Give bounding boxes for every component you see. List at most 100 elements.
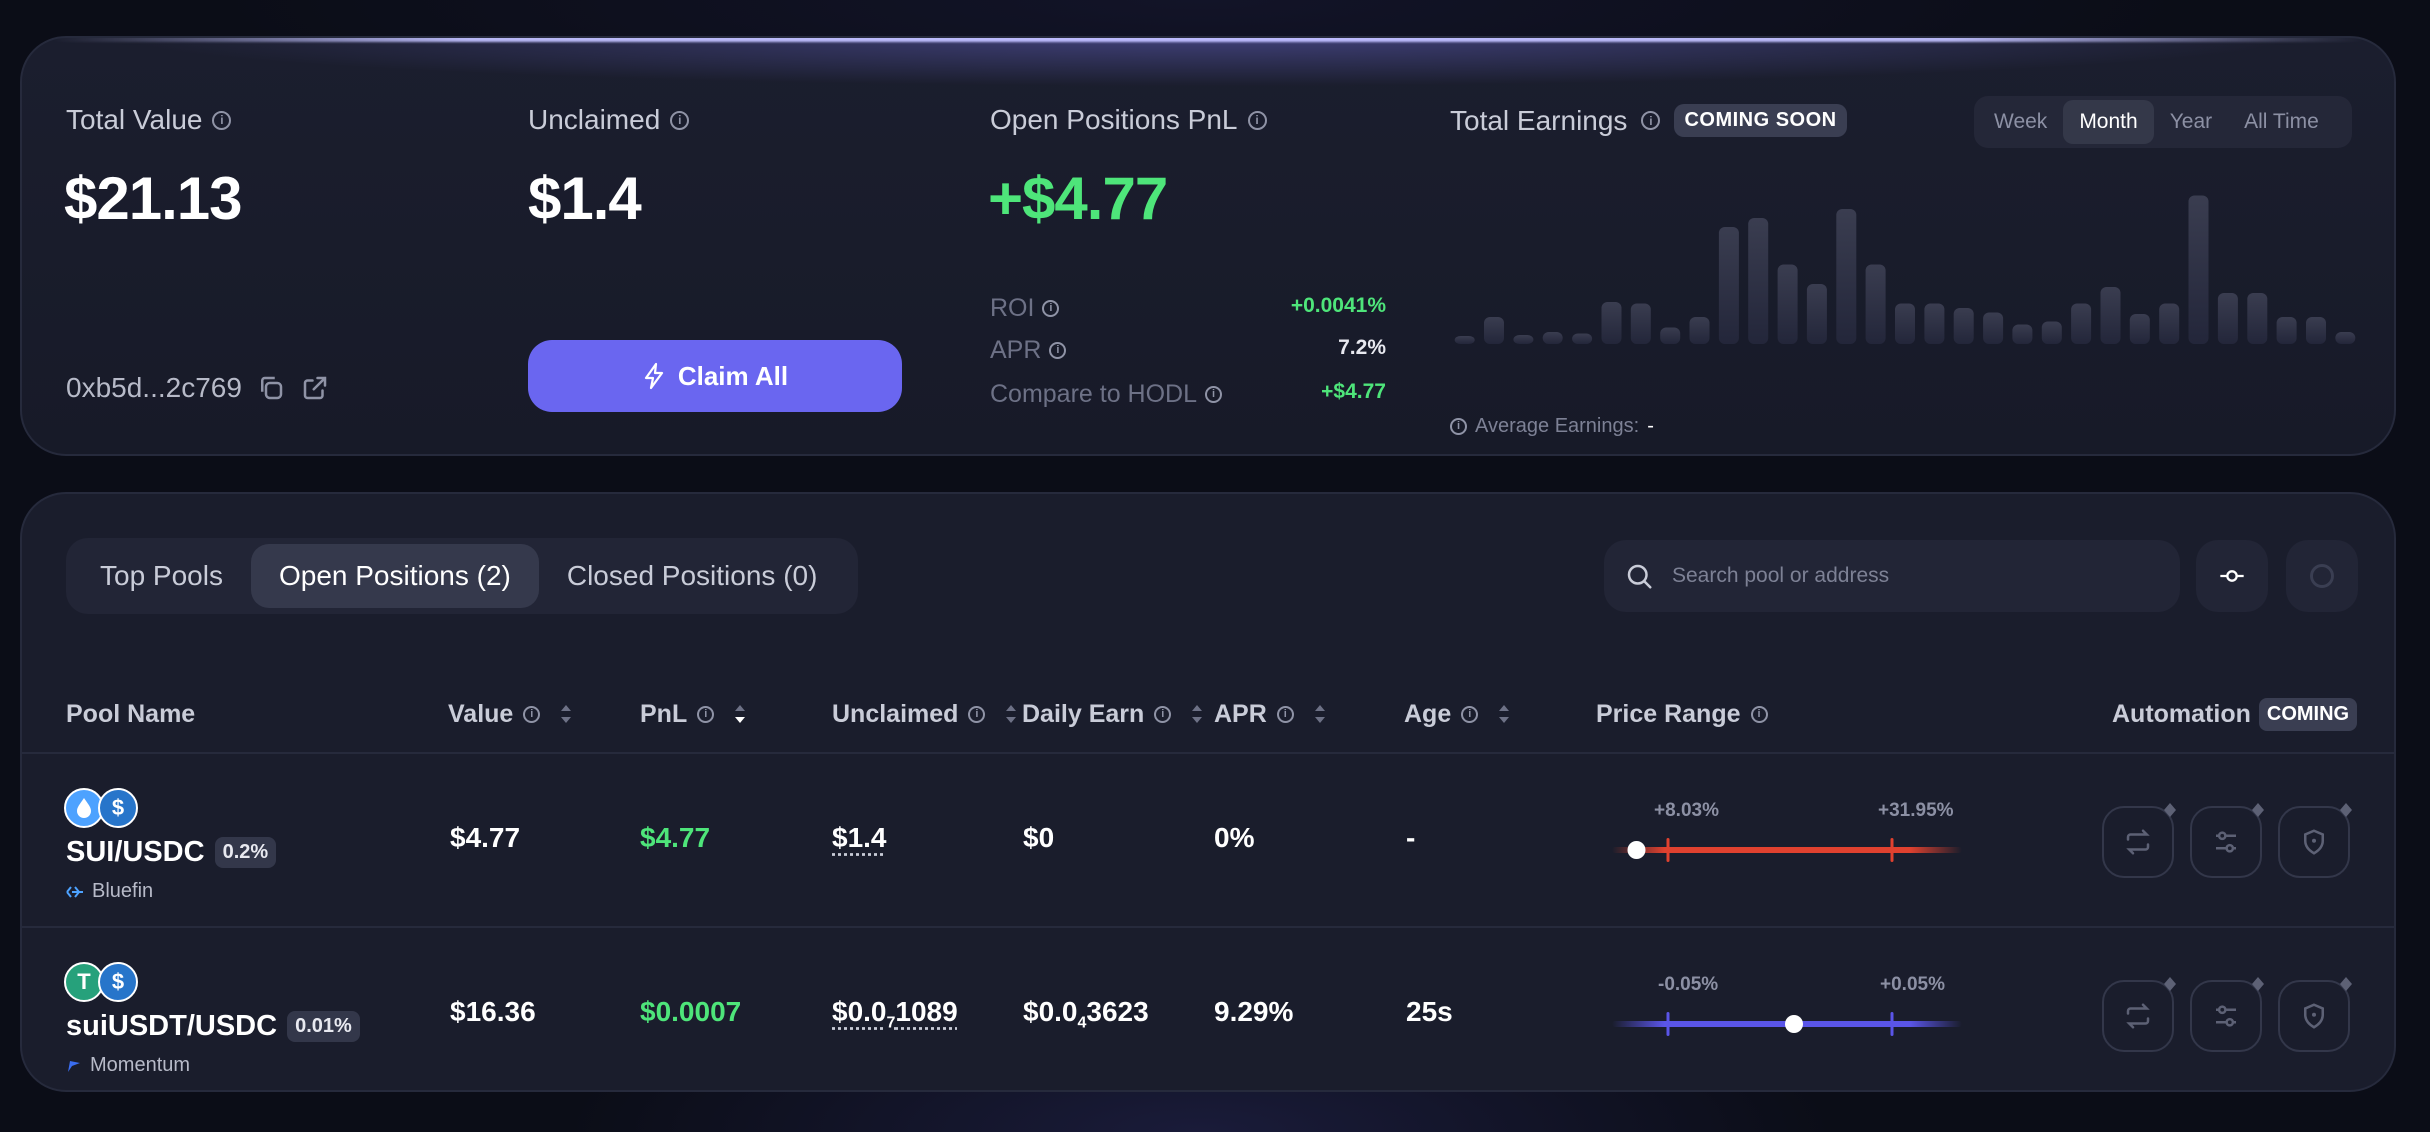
open-pnl-label: Open Positions PnL i	[990, 104, 1267, 136]
period-tab-week[interactable]: Week	[1978, 100, 2063, 144]
sort-icon[interactable]	[560, 703, 572, 725]
header-apr[interactable]: APR i	[1214, 674, 1326, 754]
header-apr-label: APR	[1214, 699, 1267, 728]
header-daily-earn[interactable]: Daily Earn i	[1022, 674, 1203, 754]
sort-desc-icon[interactable]	[734, 703, 746, 725]
tab-open-positions[interactable]: Open Positions (2)	[250, 544, 539, 608]
external-link-icon[interactable]	[300, 373, 330, 403]
info-icon[interactable]: i	[1276, 705, 1294, 723]
hodl-label: Compare to HODL	[990, 380, 1198, 408]
range-low-label: +8.03%	[1654, 800, 1719, 821]
info-icon[interactable]: i	[697, 705, 715, 723]
info-icon[interactable]: i	[1461, 705, 1479, 723]
protect-button[interactable]	[2278, 803, 2352, 878]
lock-badge-icon	[2340, 803, 2352, 817]
earnings-bar	[2188, 195, 2209, 344]
sliders-icon	[2216, 831, 2236, 853]
period-tab-month[interactable]: Month	[2063, 100, 2154, 144]
unclaimed-prefix: $0.0	[832, 996, 887, 1027]
adjust-range-button[interactable]	[2190, 977, 2264, 1052]
info-icon[interactable]: i	[1205, 386, 1223, 403]
sort-icon[interactable]	[1498, 703, 1510, 725]
dex-name: Momentum	[90, 1054, 191, 1076]
search-input[interactable]	[1672, 564, 2152, 588]
claim-all-button[interactable]: Claim All	[528, 340, 902, 412]
position-value: $4.77	[450, 822, 521, 853]
header-pnl[interactable]: PnL i	[640, 674, 746, 754]
header-value[interactable]: Value i	[448, 674, 572, 754]
range-track	[1612, 847, 1962, 853]
header-value-label: Value	[448, 699, 514, 728]
earnings-bar	[2306, 317, 2326, 344]
lock-badge-icon	[2252, 977, 2264, 991]
sort-icon[interactable]	[1005, 703, 1017, 725]
roi-label: ROI	[990, 294, 1035, 322]
earnings-bar	[1454, 336, 1475, 344]
sort-icon[interactable]	[1314, 703, 1326, 725]
info-icon[interactable]: i	[1750, 705, 1768, 723]
apr-label: APR	[990, 336, 1042, 364]
info-icon[interactable]: i	[1154, 705, 1172, 723]
filter-button[interactable]	[2196, 540, 2268, 612]
position-unclaimed[interactable]: $0.071089	[832, 996, 958, 1033]
rebalance-button[interactable]	[2102, 803, 2176, 878]
info-icon[interactable]: i	[968, 705, 986, 723]
earnings-bar	[1777, 264, 1798, 344]
table-row[interactable]: T $ suiUSDT/USDC 0.01% Momentum $16.36 $…	[22, 930, 2394, 1090]
total-earnings-label: Total Earnings	[1450, 104, 1628, 136]
period-tab-all-time[interactable]: All Time	[2228, 100, 2335, 144]
dex-label: Bluefin	[66, 880, 153, 903]
header-price-range: Price Range i	[1596, 674, 1768, 754]
range-upper-tick	[1890, 1012, 1894, 1036]
usdc-token-icon: $	[98, 788, 138, 828]
range-low-label: -0.05%	[1658, 974, 1719, 995]
protect-button[interactable]	[2278, 977, 2352, 1052]
tab-closed-positions[interactable]: Closed Positions (0)	[539, 544, 846, 608]
info-icon[interactable]: i	[1450, 418, 1467, 435]
average-earnings-label: Average Earnings:	[1475, 415, 1640, 437]
info-icon[interactable]: i	[1641, 111, 1661, 130]
unclaimed-amount: $1.4	[528, 165, 642, 232]
info-icon[interactable]: i	[212, 110, 232, 130]
period-tab-year[interactable]: Year	[2154, 100, 2228, 144]
info-icon[interactable]: i	[1049, 342, 1067, 359]
header-age[interactable]: Age i	[1404, 674, 1510, 754]
position-pnl: $4.77	[640, 822, 711, 853]
positions-tabs: Top Pools Open Positions (2) Closed Posi…	[66, 538, 858, 614]
repeat-icon	[2126, 829, 2150, 855]
daily-digits: 3623	[1086, 996, 1149, 1027]
earnings-bar	[1542, 332, 1563, 344]
sort-icon[interactable]	[1191, 703, 1203, 725]
info-icon[interactable]: i	[1247, 110, 1267, 130]
rebalance-button[interactable]	[2102, 977, 2176, 1052]
current-price-marker	[1627, 841, 1646, 859]
average-earnings-value: -	[1647, 415, 1654, 437]
info-icon[interactable]: i	[1042, 300, 1060, 317]
table-row[interactable]: $ SUI/USDC 0.2% Bluefin $4.77 $4.77 $1.4…	[22, 756, 2394, 928]
wallet-address: 0xb5d...2c769	[66, 372, 330, 404]
portfolio-summary-card: Total Value i $21.13 0xb5d...2c769 Uncla…	[20, 36, 2396, 456]
coming-badge: COMING	[2258, 697, 2358, 731]
earnings-bar	[1601, 302, 1622, 344]
info-icon[interactable]: i	[670, 110, 690, 130]
tab-top-pools[interactable]: Top Pools	[72, 544, 251, 608]
earnings-bar	[1836, 209, 1857, 344]
position-value: $16.36	[450, 996, 536, 1027]
roi-value: +0.0041%	[1290, 294, 1386, 317]
refresh-button[interactable]	[2286, 540, 2358, 612]
earnings-bar	[1983, 312, 2004, 344]
adjust-range-button[interactable]	[2190, 803, 2264, 878]
earnings-bar	[2041, 321, 2062, 344]
wallet-address-text: 0xb5d...2c769	[66, 372, 242, 403]
info-icon[interactable]: i	[523, 705, 541, 723]
unclaimed-digits: 1089	[895, 996, 958, 1027]
earnings-bar	[1484, 317, 1504, 344]
copy-icon[interactable]	[256, 373, 286, 403]
range-high-label: +31.95%	[1878, 800, 1954, 821]
total-value-label: Total Value i	[66, 104, 232, 136]
position-unclaimed[interactable]: $1.4	[832, 822, 887, 854]
earnings-bar	[2276, 317, 2297, 344]
header-unclaimed[interactable]: Unclaimed i	[832, 674, 1017, 754]
earnings-bar	[2217, 293, 2238, 344]
average-earnings: i Average Earnings: -	[1450, 415, 1654, 438]
